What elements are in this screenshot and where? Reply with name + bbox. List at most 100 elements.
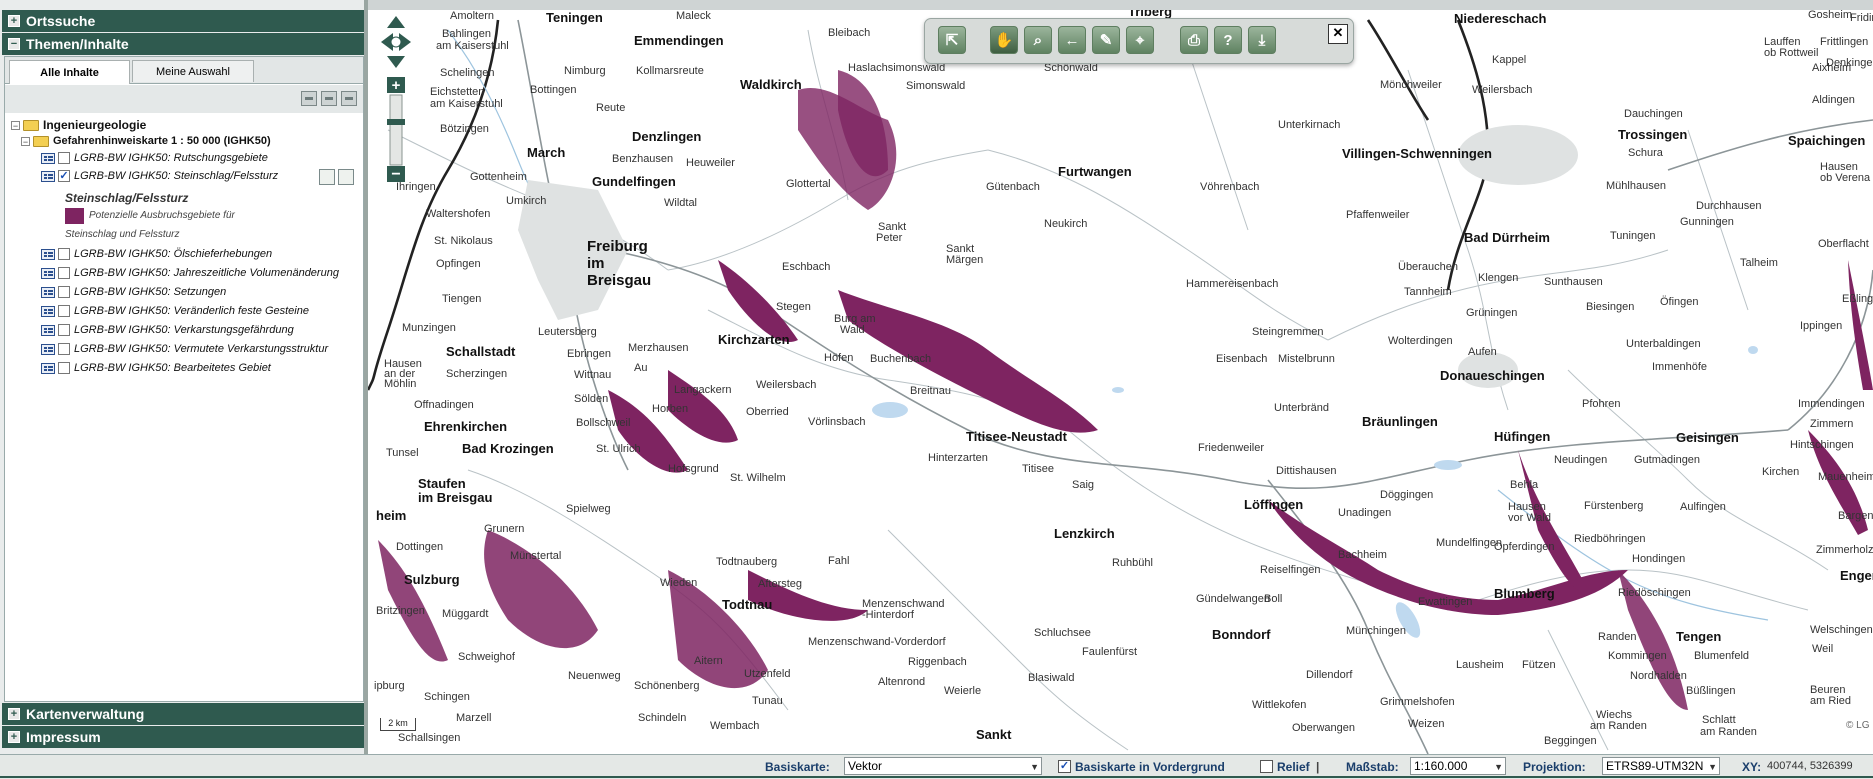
layer-properties-button[interactable] bbox=[338, 169, 354, 185]
layer-info-icon[interactable] bbox=[41, 324, 55, 336]
layer-checkbox[interactable] bbox=[58, 267, 70, 279]
place-label: Ippingen bbox=[1800, 320, 1843, 332]
place-label: am Randen bbox=[1700, 726, 1757, 738]
place-label: Wittlekofen bbox=[1252, 699, 1307, 711]
help-button[interactable]: ? bbox=[1214, 26, 1242, 54]
scale-bar-label: 2 km bbox=[388, 718, 408, 728]
layer-item-rutschungsgebiete[interactable]: LGRB-BW IGHK50: Rutschungsgebiete bbox=[41, 152, 268, 164]
layer-item-volumenaenderung[interactable]: LGRB-BW IGHK50: Jahreszeitliche Volumenä… bbox=[41, 267, 339, 279]
zoom-box-button[interactable]: ⌕ bbox=[1024, 26, 1052, 54]
place-label: Sulzburg bbox=[404, 572, 460, 587]
place-label: Weil bbox=[1812, 643, 1834, 655]
place-label: Bad Krozingen bbox=[462, 441, 554, 456]
tree-node-ighk50[interactable]: − Gefahrenhinweiskarte 1 : 50 000 (IGHK5… bbox=[21, 135, 271, 147]
place-label: Schlatt bbox=[1702, 714, 1736, 726]
place-label: Talheim bbox=[1740, 257, 1778, 269]
projektion-select[interactable]: ETRS89-UTM32N ▼ bbox=[1602, 757, 1720, 775]
vordergrund-checkbox[interactable]: ✓ bbox=[1058, 760, 1071, 773]
measure-button[interactable]: ⌖ bbox=[1126, 26, 1154, 54]
place-label: Horben bbox=[652, 403, 689, 415]
place-label: Hammereisenbach bbox=[1186, 278, 1279, 290]
zoom-slider-track[interactable] bbox=[389, 94, 403, 166]
collapse-toggle-icon[interactable]: − bbox=[21, 136, 30, 146]
layer-item-verkarstungsgefaehrdung[interactable]: LGRB-BW IGHK50: Verkarstungsgefährdung bbox=[41, 324, 294, 336]
collapse-toggle-icon[interactable]: − bbox=[11, 120, 20, 130]
print-button[interactable]: ⎙ bbox=[1180, 26, 1208, 54]
place-label: im Breisgau bbox=[418, 490, 493, 505]
place-label: Pfaffenweiler bbox=[1346, 209, 1410, 221]
layer-checkbox[interactable] bbox=[58, 362, 70, 374]
remove-all-button[interactable] bbox=[341, 91, 357, 106]
place-label: Vörlinsbach bbox=[808, 416, 866, 428]
place-label: Langackern bbox=[674, 384, 732, 396]
layer-info-icon[interactable] bbox=[41, 305, 55, 317]
place-label: Frittlingen bbox=[1820, 36, 1869, 48]
layer-item-verkarstungsstruktur[interactable]: LGRB-BW IGHK50: Vermutete Verkarstungsst… bbox=[41, 343, 328, 355]
basiskarte-select[interactable]: Vektor ▼ bbox=[844, 757, 1042, 775]
place-label: Neuenweg bbox=[568, 670, 621, 682]
pan-arrows-icon[interactable] bbox=[381, 16, 411, 68]
layer-info-icon[interactable] bbox=[41, 152, 55, 164]
tree-node-ingenieurgeologie[interactable]: − Ingenieurgeologie bbox=[11, 118, 146, 132]
layer-checkbox-checked[interactable]: ✓ bbox=[58, 170, 70, 182]
tab-alle-inhalte[interactable]: Alle Inhalte bbox=[9, 60, 130, 84]
place-label: Löffingen bbox=[1244, 497, 1304, 512]
layer-info-icon[interactable] bbox=[41, 170, 55, 182]
place-label: Fahl bbox=[828, 555, 850, 567]
place-label: Lenzkirch bbox=[1054, 526, 1115, 541]
zoom-slider-handle[interactable] bbox=[387, 119, 405, 125]
layer-item-oelschiefer[interactable]: LGRB-BW IGHK50: Ölschieferhebungen bbox=[41, 248, 272, 260]
layer-info-icon[interactable] bbox=[41, 286, 55, 298]
place-label: am Randen bbox=[1590, 720, 1647, 732]
layer-info-icon[interactable] bbox=[41, 362, 55, 374]
map-view[interactable]: Amoltern Bahlingen am Kaiserstuhl Schelinge… bbox=[368, 10, 1873, 754]
relief-checkbox[interactable] bbox=[1260, 760, 1273, 773]
left-panel: + Ortssuche − Themen/Inhalte Alle Inhalte … bbox=[0, 0, 366, 754]
tab-meine-auswahl[interactable]: Meine Auswahl bbox=[132, 60, 254, 82]
place-label: St. Ulrich bbox=[596, 443, 641, 455]
layer-legend-button[interactable] bbox=[319, 169, 335, 185]
layer-info-icon[interactable] bbox=[41, 267, 55, 279]
place-label: im bbox=[587, 255, 605, 272]
place-label: Ruhbühl bbox=[1112, 557, 1153, 569]
place-label: Menzenschwand-Vorderdorf bbox=[808, 636, 946, 648]
accordion-themen[interactable]: − Themen/Inhalte bbox=[2, 33, 364, 55]
place-label: Donaueschingen bbox=[1440, 368, 1545, 383]
layer-checkbox[interactable] bbox=[58, 305, 70, 317]
toolbar-close-button[interactable]: ✕ bbox=[1328, 24, 1348, 44]
accordion-ortssuche[interactable]: + Ortssuche bbox=[2, 10, 364, 32]
expand-all-button[interactable] bbox=[321, 91, 337, 106]
previous-view-button[interactable]: ← bbox=[1058, 26, 1086, 54]
place-label: Aitern bbox=[694, 655, 723, 667]
layer-item-bearbeitetes-gebiet[interactable]: LGRB-BW IGHK50: Bearbeitetes Gebiet bbox=[41, 362, 271, 374]
massstab-select[interactable]: 1:160.000 ▼ bbox=[1410, 757, 1506, 775]
place-label: Gutmadingen bbox=[1634, 454, 1701, 466]
place-label: Überauchen bbox=[1398, 261, 1458, 273]
place-label: Fürstenberg bbox=[1584, 500, 1644, 512]
layer-item-steinschlag[interactable]: ✓ LGRB-BW IGHK50: Steinschlag/Felssturz bbox=[41, 170, 278, 182]
layer-item-setzungen[interactable]: LGRB-BW IGHK50: Setzungen bbox=[41, 286, 226, 298]
layer-checkbox[interactable] bbox=[58, 286, 70, 298]
zoom-in-icon: + bbox=[392, 77, 401, 94]
pan-button[interactable]: ✋ bbox=[990, 26, 1018, 54]
accordion-impressum[interactable]: + Impressum bbox=[2, 726, 364, 748]
layer-checkbox[interactable] bbox=[58, 343, 70, 355]
place-label: Kommingen bbox=[1608, 650, 1667, 662]
accordion-themen-label: Themen/Inhalte bbox=[26, 36, 129, 52]
layer-info-icon[interactable] bbox=[41, 343, 55, 355]
layer-checkbox[interactable] bbox=[58, 248, 70, 260]
full-extent-button[interactable]: ⇱ bbox=[938, 26, 966, 54]
layer-checkbox[interactable] bbox=[58, 324, 70, 336]
accordion-kartenverwaltung[interactable]: + Kartenverwaltung bbox=[2, 703, 364, 725]
layer-item-gesteine[interactable]: LGRB-BW IGHK50: Veränderlich feste Geste… bbox=[41, 305, 309, 317]
draw-button[interactable]: ✎ bbox=[1092, 26, 1120, 54]
export-button[interactable]: ⤓ bbox=[1248, 26, 1276, 54]
layer-checkbox[interactable] bbox=[58, 152, 70, 164]
place-label: Wembach bbox=[710, 720, 760, 732]
collapse-all-button[interactable] bbox=[301, 91, 317, 106]
place-label: Stegen bbox=[776, 301, 811, 313]
expand-icon: + bbox=[8, 708, 20, 720]
place-label: Tuningen bbox=[1610, 230, 1656, 242]
place-label: Beggingen bbox=[1544, 735, 1597, 747]
layer-info-icon[interactable] bbox=[41, 248, 55, 260]
